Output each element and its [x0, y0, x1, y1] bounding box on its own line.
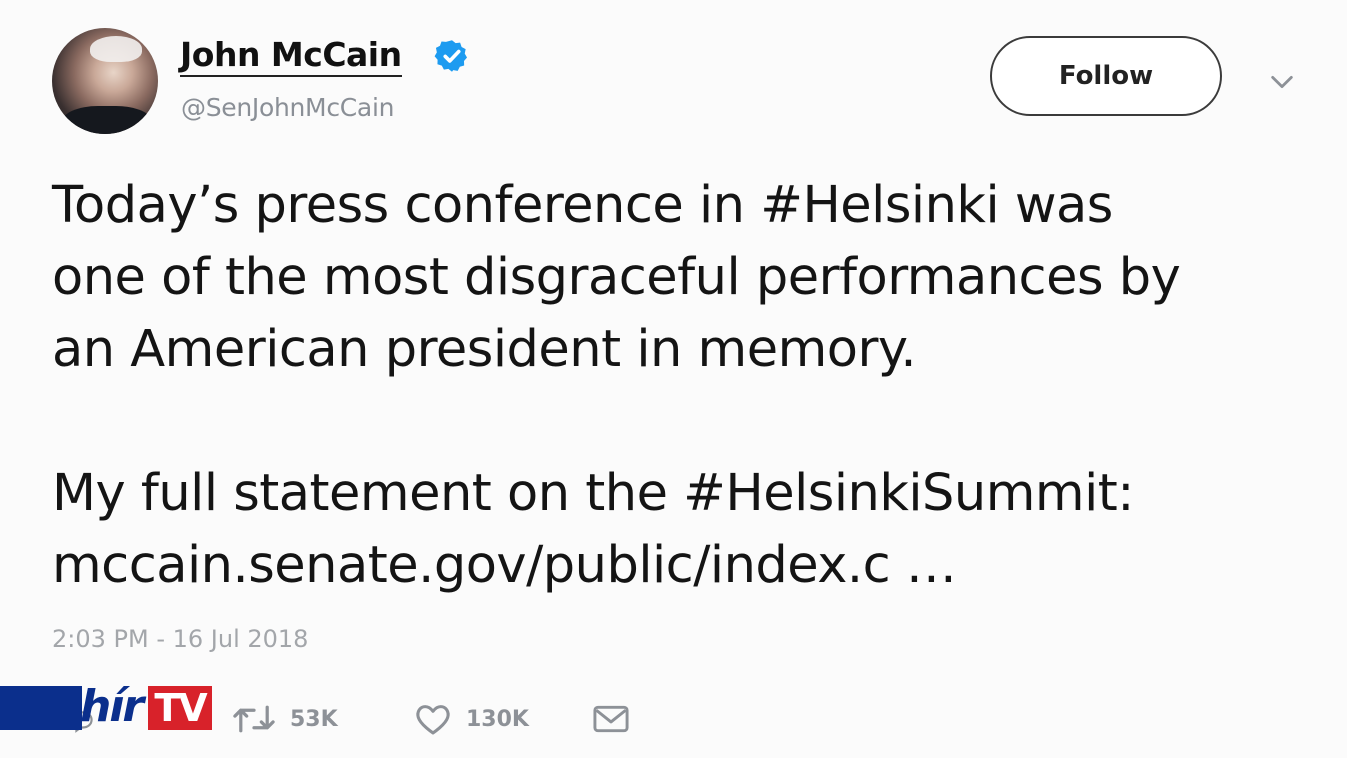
tweet-text-line: My full statement on the #HelsinkiSummit… [52, 464, 1134, 523]
hirtv-logo: hír TV [0, 682, 212, 732]
retweet-action[interactable]: 53K [232, 702, 338, 736]
like-count: 130K [466, 706, 529, 732]
logo-text-tv: TV [148, 686, 212, 730]
tweet-link[interactable]: mccain.senate.gov/public/index.c … [52, 530, 1322, 602]
logo-text-hir: hír [80, 681, 144, 732]
heart-icon [416, 705, 450, 735]
user-handle[interactable]: @SenJohnMcCain [181, 93, 394, 122]
envelope-icon [593, 705, 629, 733]
tweet-timestamp[interactable]: 2:03 PM - 16 Jul 2018 [52, 625, 308, 653]
tweet-card: John McCain @SenJohnMcCain Follow Today’… [0, 0, 1347, 758]
chevron-down-icon[interactable] [1268, 68, 1296, 96]
verified-badge-icon [434, 40, 467, 72]
like-action[interactable]: 130K [414, 702, 529, 736]
retweet-icon [233, 705, 275, 733]
tweet-body: Today’s press conference in #Helsinki wa… [52, 170, 1322, 602]
message-action[interactable] [592, 704, 630, 734]
logo-bar [0, 686, 82, 730]
tweet-text-line: an American president in memory. [52, 320, 917, 379]
tweet-text-line: one of the most disgraceful performances… [52, 248, 1181, 307]
follow-button[interactable]: Follow [990, 36, 1222, 116]
retweet-count: 53K [290, 706, 338, 732]
avatar[interactable] [52, 28, 158, 134]
display-name[interactable]: John McCain [180, 35, 402, 77]
tweet-text-line: Today’s press conference in #Helsinki wa… [52, 176, 1113, 235]
